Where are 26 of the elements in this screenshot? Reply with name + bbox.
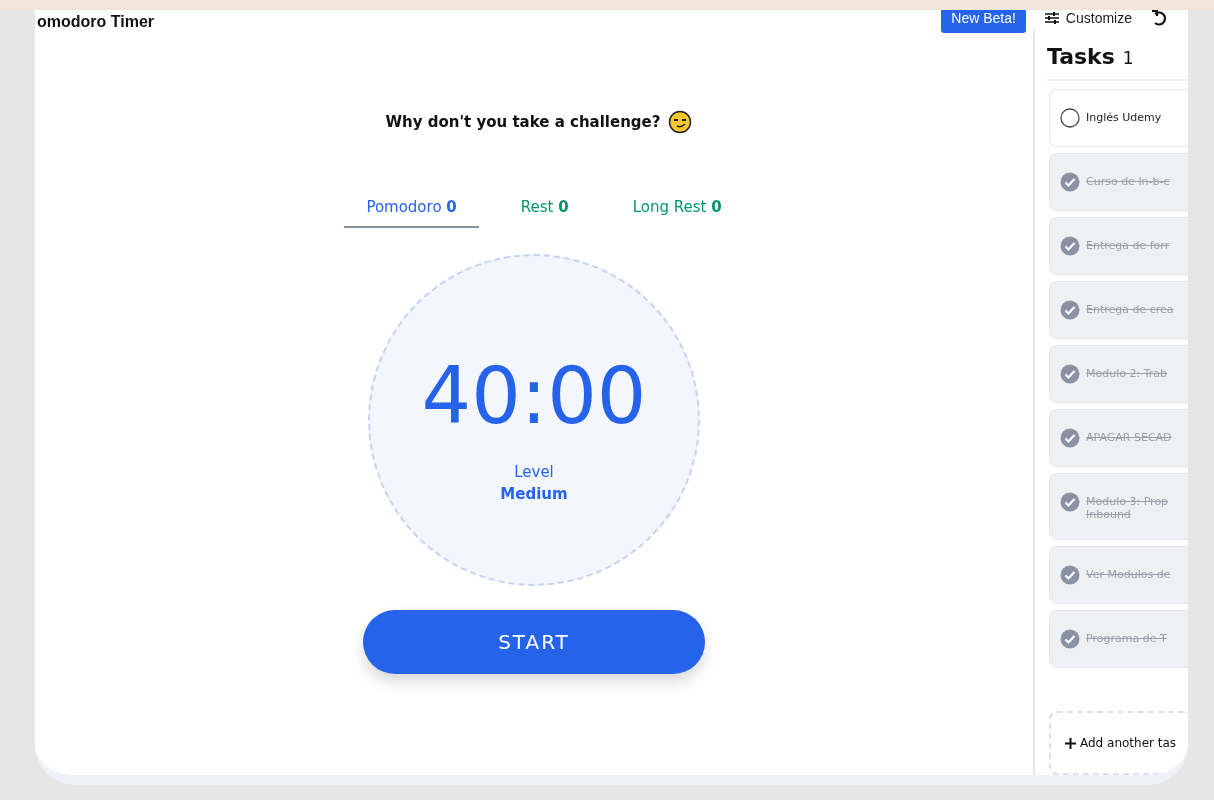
start-button[interactable]: START bbox=[363, 610, 705, 674]
timer-tab[interactable]: Long Rest 0 bbox=[610, 194, 744, 228]
level-value: Medium bbox=[500, 485, 568, 503]
task-item[interactable]: Modulo 2: Trab bbox=[1049, 345, 1188, 403]
challenge-text: Why don't you take a challenge? bbox=[385, 113, 661, 131]
task-item[interactable]: Curso de In-b-c bbox=[1049, 153, 1188, 211]
undo-icon[interactable] bbox=[1150, 10, 1168, 27]
plus-icon bbox=[1065, 737, 1076, 749]
smirk-face-icon bbox=[668, 110, 693, 134]
task-item[interactable]: APAGAR SECAD bbox=[1049, 409, 1188, 467]
task-item[interactable]: Inglés Udemy bbox=[1049, 89, 1188, 147]
app-title: omodoro Timer bbox=[37, 13, 155, 31]
customize-button[interactable]: Customize bbox=[1043, 10, 1132, 26]
task-item[interactable]: Entrega de crea bbox=[1049, 281, 1188, 339]
sliders-icon bbox=[1043, 11, 1060, 25]
tasks-title: Tasks bbox=[1047, 44, 1115, 69]
task-item[interactable]: Entrega de forr bbox=[1049, 217, 1188, 275]
task-count: 1 bbox=[1122, 48, 1134, 68]
timer-tab[interactable]: Pomodoro 0 bbox=[344, 194, 479, 228]
task-item[interactable]: Ver Modulos de bbox=[1049, 546, 1188, 604]
timer-tab[interactable]: Rest 0 bbox=[498, 194, 591, 228]
task-item[interactable]: Modulo 3: Prop Inbound bbox=[1049, 473, 1188, 540]
new-beta-button[interactable]: New Beta! bbox=[941, 10, 1026, 33]
timer-display: 40:00 bbox=[421, 351, 647, 441]
task-item[interactable]: Programa de T bbox=[1049, 610, 1188, 668]
level-label: Level bbox=[514, 463, 554, 481]
